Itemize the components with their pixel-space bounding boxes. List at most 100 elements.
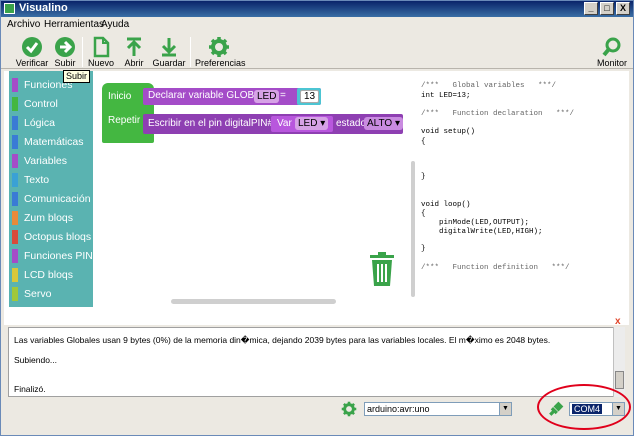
category-texto[interactable]: Texto <box>12 172 92 188</box>
upload-tooltip: Subir <box>63 70 90 83</box>
category-control[interactable]: Control <box>12 96 92 112</box>
category-lcd-bloqs[interactable]: LCD bloqs <box>12 267 92 283</box>
title-bar: Visualino _ □ X <box>1 1 633 17</box>
arrow-right-icon <box>55 37 75 57</box>
maximize-button[interactable]: □ <box>600 2 614 15</box>
upload-label: Subir <box>54 58 76 68</box>
console-scrollbar-thumb[interactable] <box>615 371 624 389</box>
trash-icon[interactable] <box>367 251 397 287</box>
chevron-down-icon: ▼ <box>499 403 511 415</box>
code-line: void setup() <box>421 128 476 136</box>
console-line: Las variables Globales usan 9 bytes (0%)… <box>14 335 551 345</box>
code-line: { <box>421 138 426 146</box>
new-button[interactable]: Nuevo <box>87 35 115 69</box>
variable-getter-block[interactable]: Var LED ▾ <box>271 116 333 132</box>
board-select-value: arduino:avr:uno <box>367 404 430 414</box>
preferences-label: Preferencias <box>195 58 246 68</box>
variable-dropdown[interactable]: LED ▾ <box>295 117 329 130</box>
category-label: Comunicación <box>24 193 91 205</box>
new-file-icon <box>93 36 110 58</box>
category-servo[interactable]: Servo <box>12 286 92 302</box>
upload-button[interactable]: Subir <box>51 35 79 69</box>
category-color-swatch <box>12 249 18 263</box>
category-matematicas[interactable]: Matemáticas <box>12 134 92 150</box>
inicio-label: Inicio <box>108 91 132 102</box>
category-color-swatch <box>12 287 18 301</box>
save-button[interactable]: Guardar <box>151 35 187 69</box>
menu-herramientas[interactable]: Herramientas <box>44 19 104 30</box>
category-zum-bloqs[interactable]: Zum bloqs <box>12 210 92 226</box>
verify-button[interactable]: Verificar <box>13 35 51 69</box>
console-output: Las variables Globales usan 9 bytes (0%)… <box>8 327 615 397</box>
monitor-label: Monitor <box>596 58 627 68</box>
category-color-swatch <box>12 211 18 225</box>
state-value: ALTO <box>367 118 393 129</box>
menu-archivo[interactable]: Archivo <box>7 19 40 30</box>
code-preview-panel: /*** Global variables ***/ int LED=13; /… <box>415 71 629 325</box>
category-color-swatch <box>12 173 18 187</box>
code-line: { <box>421 210 426 218</box>
category-color-swatch <box>12 97 18 111</box>
category-label: Zum bloqs <box>24 212 74 224</box>
app-icon <box>4 3 15 14</box>
number-block[interactable]: 13 <box>297 88 321 105</box>
preferences-button[interactable]: Preferencias <box>195 35 246 69</box>
category-label: Variables <box>24 155 67 167</box>
menu-bar: Archivo Herramientas Ayuda <box>1 17 633 33</box>
open-label: Abrir <box>124 58 144 68</box>
var-label: Var <box>277 118 292 129</box>
save-label: Guardar <box>152 58 186 68</box>
category-label: Lógica <box>24 117 55 129</box>
monitor-button[interactable]: Monitor <box>595 35 629 69</box>
category-color-swatch <box>12 192 18 206</box>
code-line: } <box>421 173 426 181</box>
category-octopus-bloqs[interactable]: Octopus bloqs <box>12 229 92 245</box>
console-close-button[interactable]: x <box>615 316 621 327</box>
console-scrollbar[interactable] <box>613 327 625 397</box>
category-color-swatch <box>12 154 18 168</box>
category-color-swatch <box>12 230 18 244</box>
number-value-field[interactable]: 13 <box>300 90 320 103</box>
download-arrow-icon <box>161 38 177 57</box>
category-color-swatch <box>12 135 18 149</box>
category-label: Texto <box>24 174 50 186</box>
toolbar: Verificar Subir Nuevo Abrir Guardar Pref… <box>1 33 633 69</box>
minimize-button[interactable]: _ <box>584 2 598 15</box>
code-line: void loop() <box>421 201 471 209</box>
declare-global-variable-block[interactable]: Declarar variable GLOBAL LED = <box>143 88 321 105</box>
code-line: /*** Function definition ***/ <box>421 264 570 272</box>
category-variables[interactable]: Variables <box>12 153 92 169</box>
category-label: Control <box>24 98 58 110</box>
check-icon <box>22 37 42 57</box>
block-category-list: Funciones Control Lógica Matemáticas Var… <box>9 71 93 307</box>
verify-label: Verificar <box>15 58 49 68</box>
upload-arrow-icon <box>126 37 142 56</box>
category-color-swatch <box>12 116 18 130</box>
toolbar-separator <box>190 37 191 67</box>
open-button[interactable]: Abrir <box>120 35 148 69</box>
menu-ayuda[interactable]: Ayuda <box>101 19 129 30</box>
category-funciones-pin[interactable]: Funciones PIN <box>12 248 93 264</box>
category-label: Funciones PIN <box>24 250 93 262</box>
category-label: LCD bloqs <box>24 269 74 281</box>
state-dropdown[interactable]: ALTO ▾ <box>364 117 403 130</box>
declare-global-label: Declarar variable GLOBAL <box>148 90 267 101</box>
toolbar-separator <box>82 37 83 67</box>
digital-write-label: Escribir en el pin digitalPIN# <box>148 118 274 129</box>
category-comunicacion[interactable]: Comunicación <box>12 191 92 207</box>
repetir-label: Repetir <box>108 115 141 126</box>
variable-dropdown-value: LED <box>298 118 318 129</box>
close-button[interactable]: X <box>616 2 630 15</box>
app-window: Visualino _ □ X Archivo Herramientas Ayu… <box>0 0 634 436</box>
variable-name-field[interactable]: LED <box>254 90 280 103</box>
code-line: /*** Function declaration ***/ <box>421 110 575 118</box>
magnifier-icon <box>602 37 621 57</box>
console-line: Finalizó. <box>14 384 46 394</box>
board-gear-icon <box>341 401 357 417</box>
code-line: int LED=13; <box>421 92 471 100</box>
category-color-swatch <box>12 268 18 282</box>
category-logica[interactable]: Lógica <box>12 115 92 131</box>
board-select[interactable]: arduino:avr:uno ▼ <box>364 402 512 416</box>
code-line: /*** Global variables ***/ <box>421 82 557 90</box>
workspace-horizontal-scrollbar[interactable] <box>171 299 336 304</box>
